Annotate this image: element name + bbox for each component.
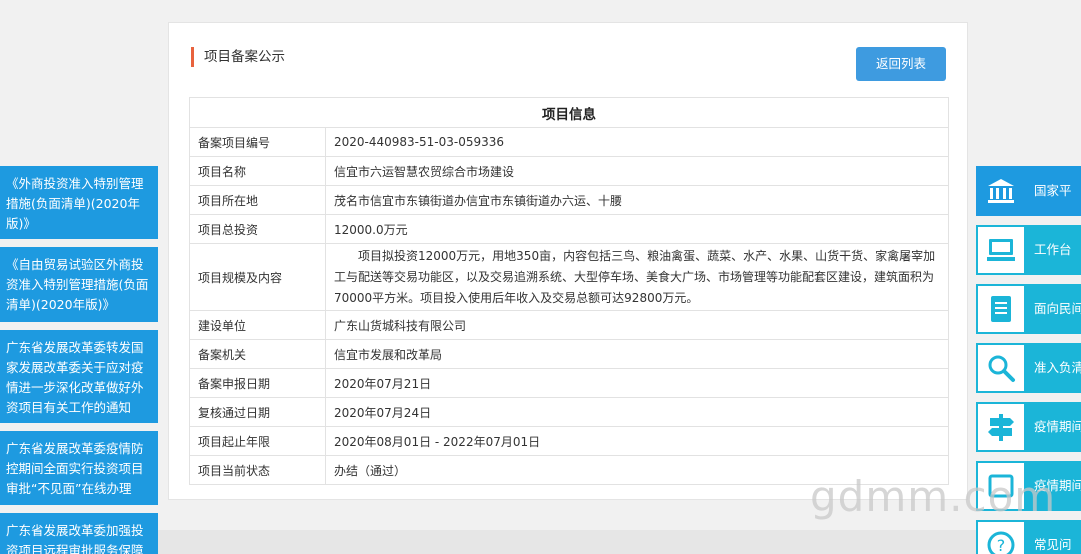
table-row: 项目名称 信宜市六运智慧农贸综合市场建设 [189,156,949,186]
quick-link-workbench[interactable]: 工作台 [976,225,1081,275]
guide-icon [976,461,1026,511]
row-value: 信宜市发展和改革局 [325,339,949,369]
project-record-card: 项目备案公示 返回列表 项目信息 备案项目编号 2020-440983-51-0… [168,22,968,500]
search-icon [976,343,1026,393]
quick-link-epidemic-guide[interactable]: 疫情期间操作指 [976,402,1081,452]
row-label: 项目所在地 [189,185,326,215]
table-row: 项目总投资 12000.0万元 [189,214,949,244]
table-row: 备案机关 信宜市发展和改革局 [189,339,949,369]
quick-link-label: 面向民间推介项 [1026,284,1081,334]
quick-link-epidemic-operation[interactable]: 疫情期间操作指引 [976,461,1081,511]
quick-link-label: 工作台 [1026,225,1081,275]
quick-link-label: 疫情期间操作指引 [1026,461,1081,511]
table-row: 建设单位 广东山货城科技有限公司 [189,310,949,340]
table-row: 项目当前状态 办结（通过） [189,455,949,485]
right-quick-links: 国家平 工作台 面向民间推介项 准入负清单查 疫情期间操作指 疫情期间操作指引 … [976,166,1081,554]
computer-icon [976,225,1026,275]
row-label: 备案申报日期 [189,368,326,398]
row-value: 茂名市信宜市东镇街道办信宜市东镇街道办六运、十腰 [325,185,949,215]
row-label: 复核通过日期 [189,397,326,427]
row-value: 2020年07月21日 [325,368,949,398]
row-label: 备案项目编号 [189,127,326,157]
document-list-icon [976,284,1026,334]
project-info-table: 项目信息 备案项目编号 2020-440983-51-03-059336 项目名… [189,97,949,485]
page-title: 项目备案公示 [191,47,285,67]
policy-link-5[interactable]: 广东省发展改革委加强投资项目远程审批服务保障 [0,513,158,554]
row-value: 2020-440983-51-03-059336 [325,127,949,157]
quick-link-negative-list[interactable]: 准入负清单查 [976,343,1081,393]
table-row: 备案项目编号 2020-440983-51-03-059336 [189,127,949,157]
row-value: 项目拟投资12000万元，用地350亩，内容包括三鸟、粮油禽蛋、蔬菜、水产、水果… [325,243,949,311]
table-row: 项目起止年限 2020年08月01日 - 2022年07月01日 [189,426,949,456]
row-value: 2020年07月24日 [325,397,949,427]
table-row: 项目所在地 茂名市信宜市东镇街道办信宜市东镇街道办六运、十腰 [189,185,949,215]
quick-link-label: 准入负清单查 [1026,343,1081,393]
row-label: 备案机关 [189,339,326,369]
quick-link-label: 常见问 [1026,520,1081,554]
row-value: 信宜市六运智慧农贸综合市场建设 [325,156,949,186]
row-label: 项目规模及内容 [189,243,326,311]
svg-text:?: ? [997,536,1006,554]
quick-link-label: 国家平 [1026,166,1081,216]
signpost-icon [976,402,1026,452]
row-label: 建设单位 [189,310,326,340]
row-label: 项目总投资 [189,214,326,244]
table-header: 项目信息 [189,97,949,128]
quick-link-label: 疫情期间操作指 [1026,402,1081,452]
table-header-row: 项目信息 [189,97,949,128]
quick-link-private-projects[interactable]: 面向民间推介项 [976,284,1081,334]
left-policy-links: 《外商投资准入特别管理措施(负面清单)(2020年版)》 《自由贸易试验区外商投… [0,166,158,554]
page-footer-band [0,530,1081,554]
policy-link-4[interactable]: 广东省发展改革委疫情防控期间全面实行投资项目审批“不见面”在线办理 [0,431,158,505]
row-value: 广东山货城科技有限公司 [325,310,949,340]
policy-link-2[interactable]: 《自由贸易试验区外商投资准入特别管理措施(负面清单)(2020年版)》 [0,247,158,322]
policy-link-1[interactable]: 《外商投资准入特别管理措施(负面清单)(2020年版)》 [0,166,158,239]
table-row: 备案申报日期 2020年07月21日 [189,368,949,398]
back-to-list-button[interactable]: 返回列表 [856,47,946,81]
government-building-icon [976,166,1026,216]
table-row: 项目规模及内容 项目拟投资12000万元，用地350亩，内容包括三鸟、粮油禽蛋、… [189,243,949,311]
table-row: 复核通过日期 2020年07月24日 [189,397,949,427]
quick-link-national-platform[interactable]: 国家平 [976,166,1081,216]
row-label: 项目名称 [189,156,326,186]
quick-link-faq[interactable]: ? 常见问 [976,520,1081,554]
row-value: 12000.0万元 [325,214,949,244]
row-value: 办结（通过） [325,455,949,485]
question-icon: ? [976,520,1026,554]
policy-link-3[interactable]: 广东省发展改革委转发国家发展改革委关于应对疫情进一步深化改革做好外资项目有关工作… [0,330,158,423]
row-label: 项目当前状态 [189,455,326,485]
row-label: 项目起止年限 [189,426,326,456]
row-value: 2020年08月01日 - 2022年07月01日 [325,426,949,456]
